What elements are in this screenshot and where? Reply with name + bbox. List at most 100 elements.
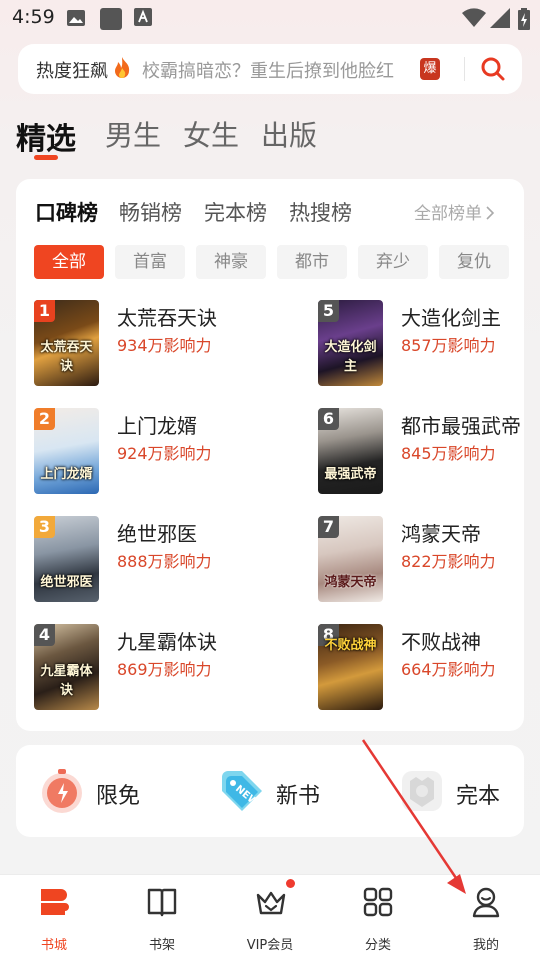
cover-title: 大造化剑主 [324,340,377,374]
cover-title: 最强武帝 [324,467,377,482]
rank-number: 2 [34,408,55,430]
book-influence: 822万影响力 [401,552,496,571]
book-title: 都市最强武帝 [401,414,521,438]
rank-tab-hot-search[interactable]: 热搜榜 [289,197,352,227]
signal-icon [490,8,510,28]
wifi-icon [462,8,486,27]
rank-number: 4 [34,624,55,646]
chip-all[interactable]: 全部 [34,245,104,279]
book-cover: 4 九星霸体诀 [34,624,99,710]
tab-female[interactable]: 女生 [183,114,239,154]
nav-category[interactable]: 分类 [338,883,418,953]
bottom-nav: 书城 书架 VIP会员 分类 我的 [0,874,540,960]
grid-icon [363,887,393,917]
book-item[interactable]: 5 大造化剑主 大造化剑主 857万影响力 [318,300,540,386]
nav-category-label: 分类 [364,938,391,953]
book-item[interactable]: 3 绝世邪医 绝世邪医 888万影响力 [34,516,264,602]
nav-vip[interactable]: VIP会员 [230,883,310,953]
book-cover: 8 不败战神 [318,624,383,710]
search-hint: 校霸搞暗恋？重生后撩到他脸红 [142,61,394,82]
completed-books-entry[interactable]: 完本 [398,767,518,815]
nav-bookshelf[interactable]: 书架 [122,883,202,953]
cover-title: 上门龙婿 [40,467,93,482]
book-item[interactable]: 4 九星霸体诀 九星霸体诀 869万影响力 [34,624,264,710]
search-divider [464,57,465,81]
ranking-card: 口碑榜 畅销榜 完本榜 热搜榜 全部榜单 全部 首富 神豪 都市 弃少 复仇 1… [16,179,524,731]
stopwatch-icon [42,769,82,813]
book-cover: 3 绝世邪医 [34,516,99,602]
book-title: 上门龙婿 [117,414,197,438]
rank-number: 1 [34,300,55,322]
book-influence: 845万影响力 [401,444,496,463]
nav-bookstore[interactable]: 书城 [14,883,94,953]
cover-title: 鸿蒙天帝 [324,575,377,590]
tab-male[interactable]: 男生 [105,114,161,154]
font-notification-icon [134,8,152,26]
free-limited-entry[interactable]: 限免 [38,767,168,815]
flame-icon [115,57,130,78]
book-item[interactable]: 6 最强武帝 都市最强武帝 845万影响力 [318,408,540,494]
status-bar: 4:59 [0,0,540,36]
nav-bookshelf-label: 书架 [148,938,175,953]
book-cover: 5 大造化剑主 [318,300,383,386]
book-title: 太荒吞天诀 [117,306,217,330]
all-rankings-label: 全部榜单 [414,204,482,224]
book-influence: 934万影响力 [117,336,212,355]
bookshelf-icon [147,888,177,917]
new-books-entry[interactable]: NEW 新书 [218,767,348,815]
book-cover: 6 最强武帝 [318,408,383,494]
rank-number: 6 [318,408,339,430]
battery-icon [518,8,530,30]
rank-tab-bestseller[interactable]: 畅销榜 [119,197,182,227]
nav-profile-label: 我的 [472,938,499,953]
book-item[interactable]: 8 不败战神 不败战神 664万影响力 [318,624,540,710]
cover-title: 九星霸体诀 [40,664,93,698]
chevron-right-icon [486,206,495,220]
chip-urban[interactable]: 都市 [277,245,347,279]
completed-books-label: 完本 [456,784,501,809]
book-title: 不败战神 [401,630,481,654]
book-influence: 857万影响力 [401,336,496,355]
chip-abandoned-heir[interactable]: 弃少 [358,245,428,279]
app-notification-icon [100,8,122,30]
rank-tab-reputation[interactable]: 口碑榜 [35,197,98,227]
book-influence: 664万影响力 [401,660,496,679]
book-cover: 1 太荒吞天诀 [34,300,99,386]
new-books-label: 新书 [276,784,321,809]
status-time: 4:59 [12,6,55,28]
book-item[interactable]: 1 太荒吞天诀 太荒吞天诀 934万影响力 [34,300,264,386]
tab-publishing[interactable]: 出版 [261,114,317,154]
book-influence: 888万影响力 [117,552,212,571]
nav-profile[interactable]: 我的 [446,883,526,953]
tab-featured[interactable]: 精选 [16,114,76,158]
cover-title: 不败战神 [324,638,377,653]
book-item[interactable]: 7 鸿蒙天帝 鸿蒙天帝 822万影响力 [318,516,540,602]
hot-badge: 爆 [420,58,440,80]
book-item[interactable]: 2 上门龙婿 上门龙婿 924万影响力 [34,408,264,494]
free-limited-label: 限免 [96,784,141,809]
notification-dot [286,879,295,888]
nav-vip-label: VIP会员 [246,938,294,953]
rank-number: 5 [318,300,339,322]
chip-richest[interactable]: 首富 [115,245,185,279]
search-bar[interactable]: 热度狂飙 校霸搞暗恋？重生后撩到他脸红 爆 [18,44,522,94]
quick-entry-card: 限免 NEW 新书 完本 [16,745,524,837]
finished-book-icon [402,771,442,811]
all-rankings-link[interactable]: 全部榜单 [414,199,495,224]
rank-number: 3 [34,516,55,538]
nav-bookstore-label: 书城 [40,938,67,953]
profile-icon [472,887,500,918]
bookstore-icon [41,889,69,915]
crown-icon [256,891,286,915]
image-notification-icon [67,10,85,26]
search-icon[interactable] [480,56,506,82]
chip-revenge[interactable]: 复仇 [439,245,509,279]
book-title: 大造化剑主 [401,306,501,330]
book-influence: 869万影响力 [117,660,212,679]
rank-tab-completed[interactable]: 完本榜 [204,197,267,227]
active-tab-indicator [34,155,58,160]
book-title: 绝世邪医 [117,522,197,546]
book-cover: 7 鸿蒙天帝 [318,516,383,602]
rank-number: 7 [318,516,339,538]
chip-tycoon[interactable]: 神豪 [196,245,266,279]
